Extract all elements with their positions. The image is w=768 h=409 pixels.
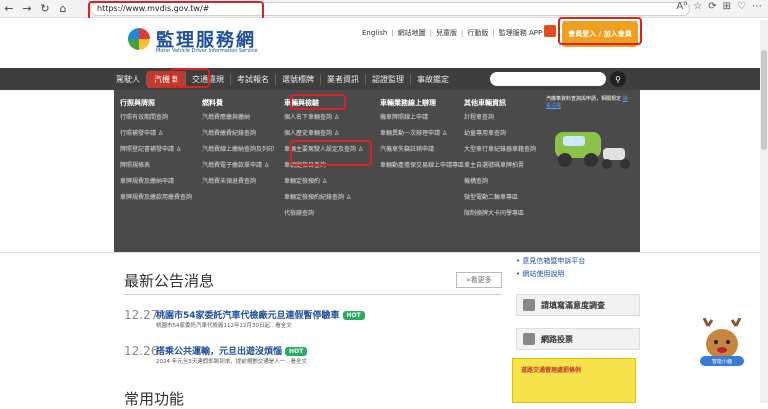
menu-item[interactable]: 汽機車失竊註銷申請 — [380, 146, 464, 154]
more-news-button[interactable]: »看更多 — [456, 272, 502, 288]
highlight-login — [558, 17, 642, 45]
highlight-nav-vehicle — [170, 68, 210, 88]
hot-badge: HOT — [342, 311, 365, 320]
menu-item[interactable]: 個人名下車輛查詢 ♙ — [284, 114, 363, 122]
nav-business[interactable]: 業者資訊 — [321, 73, 366, 85]
logo-icon — [128, 28, 150, 50]
highlight-main-driver — [290, 140, 372, 166]
link-help[interactable]: • 網站使用說明 — [516, 269, 585, 279]
menu-item[interactable]: 車輛動產擔保交易線上申請專區 — [380, 162, 464, 170]
news-summary: 2024 年元旦3天連假即將到來，提前規劃交通是人一...看全文 — [156, 359, 307, 365]
link-kids[interactable]: 兒童版 — [436, 28, 457, 38]
nav-plate[interactable]: 選號標牌 — [276, 73, 321, 85]
menu-item[interactable]: 機車牌照線上申請 — [380, 114, 464, 122]
news-headline[interactable]: 搭乘公共運輸，元旦出遊沒煩惱 HOT — [156, 344, 308, 357]
main-nav: 駕駛人 汽機車 交通違規 考試報名 選號標牌 業者資訊 認證監理 事故鑑定 ⚲ — [0, 68, 768, 90]
accessibility-icon[interactable] — [544, 25, 556, 37]
right-sidebar: • 意見信箱暨申訴平台 • 網站使用說明 請填寫滿意度調查 網路投票 — [516, 256, 640, 350]
menu-item[interactable]: 汽燃費未領退費查詢 — [202, 178, 274, 186]
nav-accident[interactable]: 事故鑑定 — [411, 74, 455, 85]
menu-item[interactable]: 車主自選號碼車牌拍賣 — [464, 162, 536, 170]
col-head[interactable]: 其他車輛資訊 — [464, 98, 536, 108]
vote-icon — [523, 333, 535, 345]
collections-icon[interactable]: ⊞ — [723, 1, 731, 12]
news-headline[interactable]: 桃園市54家委託汽車代檢廠元旦連假暫停驗車 HOT — [156, 308, 365, 321]
promo-text: 汽機車資料查詢與申請，相關規定 請看這裡 — [546, 96, 628, 109]
link-complaint[interactable]: • 意見信箱暨申訴平台 — [516, 256, 585, 266]
nav-certification[interactable]: 認證監理 — [366, 73, 411, 85]
assistant-label[interactable]: 智能小鹿 — [700, 356, 744, 366]
menu-item[interactable]: 個人歷史車輛查詢 ♙ — [284, 130, 363, 138]
menu-item[interactable]: 車輛定檢預約 ♙ — [284, 178, 363, 186]
link-mobile[interactable]: 行動版 — [467, 28, 488, 38]
col-online: 車輛業務線上辦理 機車牌照線上申請 車輛異動一次辦理申請 ♙ 汽機車失竊註銷申請… — [380, 98, 464, 178]
col-license: 行照與牌照 行照有效期間查詢 行照補發申請 ♙ 牌照登記書補發申請 ♙ 牌照規格… — [120, 98, 192, 210]
home-icon[interactable]: ⌂ — [54, 0, 72, 18]
menu-item[interactable]: 汽燃費電子繳款單申請 ♙ — [202, 162, 274, 170]
hot-badge: HOT — [285, 347, 308, 356]
link-sitemap[interactable]: 網站地圖 — [398, 28, 426, 38]
menu-item[interactable]: 汽燃費繳費紀錄查詢 — [202, 130, 274, 138]
car-scooter-illustration — [555, 132, 630, 169]
search-icon[interactable]: ⚲ — [610, 71, 626, 87]
news-section-title: 最新公告消息 — [124, 272, 215, 290]
link-app[interactable]: 監理服務 APP — [499, 28, 542, 38]
divider — [0, 252, 768, 253]
highlight-vehicle-inspection — [290, 94, 346, 110]
divider — [124, 294, 502, 295]
menu-item[interactable]: 行照有效期間查詢 — [120, 114, 192, 122]
col-head[interactable]: 燃料費 — [202, 98, 274, 108]
link-english[interactable]: English — [362, 29, 387, 37]
menu-item[interactable]: 車牌規費及繳納申請 — [120, 178, 192, 186]
favorite-icon[interactable]: ☆ — [693, 1, 702, 12]
common-functions-title: 常用功能 — [124, 390, 185, 408]
search-input[interactable] — [490, 72, 606, 86]
reload-icon[interactable]: ↻ — [36, 0, 54, 18]
menu-item[interactable]: 代檢廠查詢 — [284, 210, 363, 218]
back-icon[interactable]: ← — [0, 0, 18, 18]
col-head[interactable]: 車輛業務線上辦理 — [380, 98, 464, 108]
nav-driver[interactable]: 駕駛人 — [110, 73, 147, 85]
menu-item[interactable]: 車輛定檢預約紀錄查詢 ♙ — [284, 194, 363, 202]
promo-banner[interactable]: 道路交通管理處罰條例 — [512, 358, 636, 403]
menu-item[interactable]: 汽燃費應繳與繳納 — [202, 114, 274, 122]
site-header: 監理服務網 Motor Vehicle Driver Information S… — [0, 18, 768, 68]
menu-item[interactable]: 車輛異動一次辦理申請 ♙ — [380, 130, 464, 138]
menu-item[interactable]: 牌照規格表 — [120, 162, 192, 170]
site-logo[interactable]: 監理服務網 Motor Vehicle Driver Information S… — [128, 26, 258, 54]
nav-exam[interactable]: 考試報名 — [231, 73, 276, 85]
menu-item[interactable]: 大型車行車紀錄器車籍查詢 — [464, 146, 536, 154]
refresh-icon[interactable]: ⟳ — [708, 1, 716, 12]
vote-button[interactable]: 網路投票 — [516, 328, 640, 350]
menu-item[interactable]: 汽燃費線上繳納查詢及列印 — [202, 146, 274, 154]
scroll-thumb[interactable] — [761, 50, 767, 150]
menu-item[interactable]: 牌照登記書補發申請 ♙ — [120, 146, 192, 154]
menu-item[interactable]: 限制換牌大卡同學專區 — [464, 210, 536, 218]
more-icon[interactable]: ⋯ — [752, 1, 762, 12]
menu-item[interactable]: 幼童專用車查詢 — [464, 130, 536, 138]
top-links: English | 網站地圖 | 兒童版 | 行動版 | 監理服務 APP — [362, 28, 543, 38]
menu-item[interactable]: 車牌規費及繳款用繳費查詢 — [120, 194, 192, 202]
menu-item[interactable]: 計程車查詢 — [464, 114, 536, 122]
survey-button[interactable]: 請填寫滿意度調查 — [516, 294, 640, 316]
menu-item[interactable]: 微型電動二輪車專區 — [464, 194, 536, 202]
logo-subtitle: Motor Vehicle Driver Information Service — [156, 48, 258, 54]
menu-item[interactable]: 機構查詢 — [464, 178, 536, 186]
news-date: 12.26 — [124, 344, 159, 358]
read-aloud-icon[interactable]: A⁰ — [676, 1, 687, 12]
browser-actions: A⁰ ☆ ⟳ ⊞ ♡ ⋯ — [676, 1, 762, 12]
forward-icon[interactable]: → — [18, 0, 36, 18]
col-other: 其他車輛資訊 計程車查詢 幼童專用車查詢 大型車行車紀錄器車籍查詢 車主自選號碼… — [464, 98, 536, 226]
col-fuel: 燃料費 汽燃費應繳與繳納 汽燃費繳費紀錄查詢 汽燃費線上繳納查詢及列印 汽燃費電… — [202, 98, 274, 194]
col-head[interactable]: 行照與牌照 — [120, 98, 192, 108]
survey-icon — [523, 299, 535, 311]
heart-icon[interactable]: ♡ — [737, 1, 746, 12]
page-scrollbar[interactable] — [760, 20, 768, 403]
news-summary: 桃園市54家委託汽車代檢廠112年12月30日起...看全文 — [156, 323, 292, 329]
news-date: 12.27 — [124, 308, 159, 322]
menu-item[interactable]: 行照補發申請 ♙ — [120, 130, 192, 138]
